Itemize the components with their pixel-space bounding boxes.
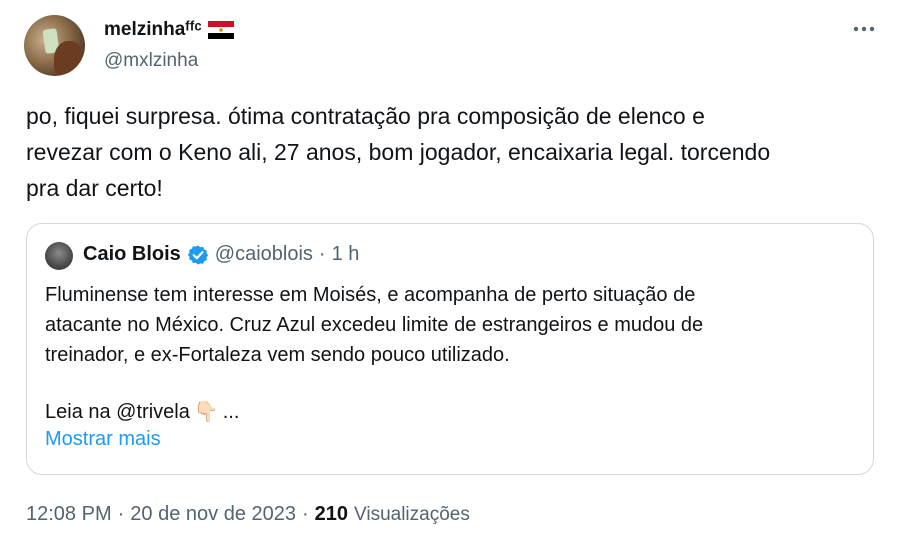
author-name-text: melzinhaᶠᶠᶜ (104, 19, 202, 40)
show-more-link[interactable]: Mostrar mais (45, 428, 161, 451)
pointing-down-emoji: 👇🏻 (193, 401, 219, 423)
tweet-detail: melzinhaᶠᶠᶜ @mxlzinha po, fiquei surpres… (0, 0, 903, 549)
quoted-tweet[interactable]: Caio Blois @caioblois · 1 h Fluminense t… (26, 223, 874, 475)
more-horizontal-icon (853, 26, 875, 32)
read-prefix-text: Leia na @trivela (45, 401, 190, 423)
author-handle[interactable]: @mxlzinha (104, 50, 198, 72)
separator-dot: · (318, 243, 326, 265)
tweet-text-line: po, fiquei surpresa. ótima contratação p… (26, 103, 705, 129)
ellipsis-text: ... (222, 401, 240, 423)
quoted-author-name[interactable]: Caio Blois (83, 243, 181, 266)
quoted-text-line: treinador, e ex-Fortaleza vem sendo pouc… (45, 344, 510, 366)
avatar-hair-shape (54, 41, 82, 76)
egypt-flag-icon (207, 21, 234, 39)
quoted-read-more-line: Leia na @trivela 👇🏻 ... (45, 397, 239, 427)
quoted-text-line: atacante no México. Cruz Azul excedeu li… (45, 314, 704, 336)
quoted-author-handle[interactable]: @caioblois (215, 243, 313, 266)
tweet-text: po, fiquei surpresa. ótima contratação p… (26, 98, 886, 206)
author-avatar[interactable] (24, 15, 85, 76)
separator-dot: · (301, 503, 309, 525)
verified-badge-icon (187, 245, 208, 264)
views-count: 210 (314, 503, 349, 525)
author-name[interactable]: melzinhaᶠᶠᶜ (104, 19, 234, 41)
quoted-tweet-text: Fluminense tem interesse em Moisés, e ac… (45, 280, 845, 370)
separator-dot: · (117, 503, 125, 525)
tweet-date[interactable]: 20 de nov de 2023 (130, 503, 296, 526)
quoted-text-line: Fluminense tem interesse em Moisés, e ac… (45, 284, 696, 306)
tweet-text-line: revezar com o Keno ali, 27 anos, bom jog… (26, 139, 771, 165)
quoted-author-avatar[interactable] (45, 242, 73, 270)
quoted-tweet-header: Caio Blois @caioblois · 1 h (83, 243, 359, 266)
tweet-text-line: pra dar certo! (26, 175, 163, 201)
quoted-tweet-time[interactable]: 1 h (332, 243, 360, 266)
more-options-button[interactable] (851, 19, 877, 39)
tweet-time[interactable]: 12:08 PM (26, 503, 112, 526)
views-label: Visualizações (354, 504, 470, 525)
tweet-meta: 12:08 PM · 20 de nov de 2023 · 210 Visua… (26, 503, 470, 526)
